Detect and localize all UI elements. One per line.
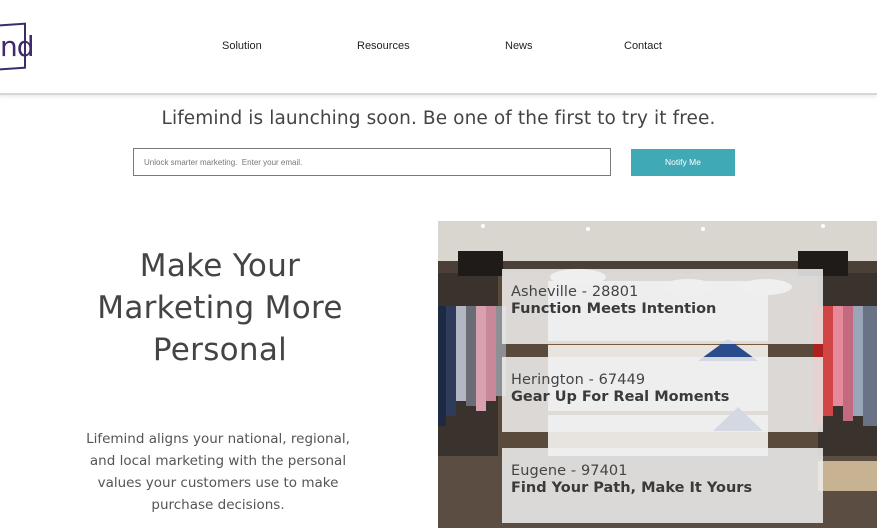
email-input[interactable] [133,148,611,176]
hero-title: Make Your Marketing More Personal [40,245,400,371]
store-headline: Gear Up For Real Moments [511,389,730,405]
nav-news[interactable]: News [505,40,533,52]
site-header: nd Solution Resources News Contact [0,0,877,95]
store-card[interactable]: Eugene - 97401 Find Your Path, Make It Y… [502,448,823,523]
store-card[interactable]: Herington - 67449 Gear Up For Real Momen… [502,357,823,432]
launch-tagline: Lifemind is launching soon. Be one of th… [161,108,716,129]
nav-contact[interactable]: Contact [624,40,662,52]
hero-title-line: Make Your [139,248,301,284]
store-card[interactable]: Asheville - 28801 Function Meets Intenti… [502,269,823,344]
store-headline: Function Meets Intention [511,301,717,317]
logo[interactable]: nd [0,30,35,63]
store-location: Herington - 67449 [511,372,646,388]
store-headline: Find Your Path, Make It Yours [511,480,753,496]
store-location: Eugene - 97401 [511,463,628,479]
hero-title-line: Personal [152,332,288,368]
store-location: Asheville - 28801 [511,284,639,300]
nav-solution[interactable]: Solution [222,40,262,52]
hero-title-line: Marketing More [97,290,343,326]
nav-resources[interactable]: Resources [357,40,410,52]
hero-description-line: and local marketing with the personal [89,453,347,469]
hero-description-line: values your customers use to make [97,475,339,491]
hero-description-line: purchase decisions. [151,497,285,513]
hero-description: Lifemind aligns your national, regional,… [58,428,378,516]
notify-me-button[interactable]: Notify Me [631,149,735,176]
hero-description-line: Lifemind aligns your national, regional, [86,431,350,447]
